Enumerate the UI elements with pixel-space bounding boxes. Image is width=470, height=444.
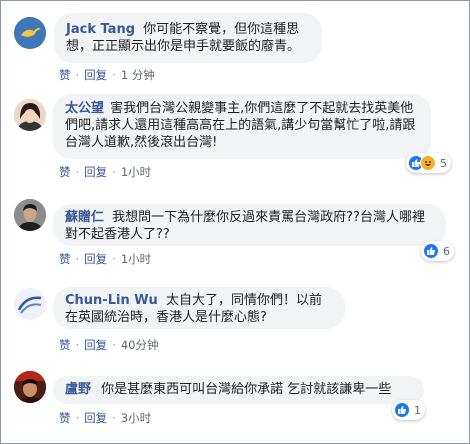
- separator: ·: [112, 411, 116, 425]
- reaction-count: 1: [414, 403, 421, 417]
- like-link[interactable]: 赞: [59, 165, 71, 179]
- comments-panel: Jack Tang 你可能不察覺，但你這種思想，正正顯示出你是申手就要飯的廢青。…: [0, 0, 470, 444]
- separator: ·: [75, 252, 80, 266]
- comment-bubble: Jack Tang 你可能不察覺，但你這種思想，正正顯示出你是申手就要飯的廢青。: [54, 13, 322, 63]
- reply-link[interactable]: 回复: [84, 165, 107, 179]
- separator: ·: [75, 68, 80, 82]
- like-reaction-icon: [423, 243, 439, 259]
- separator: ·: [112, 252, 116, 266]
- comment-actions: 赞 · 回复 · 3小时: [59, 410, 151, 426]
- timestamp[interactable]: 1小时: [121, 252, 151, 266]
- avatar[interactable]: [14, 99, 46, 131]
- comment-actions: 赞 · 回复 · 1 分钟: [59, 67, 155, 83]
- comment-author[interactable]: 蘇贈仁: [65, 210, 104, 225]
- reaction-count: 5: [440, 156, 447, 170]
- separator: ·: [75, 165, 80, 179]
- comment-text: 害我們台灣公親變事主,你們這麼了不起就去找英美他們吧,請求人還用這種高高在上的語…: [65, 101, 416, 150]
- separator: ·: [112, 338, 116, 352]
- separator: ·: [112, 68, 116, 82]
- comment-bubble: 蘇贈仁 我想問一下為什麼你反過來責罵台灣政府??台灣人哪裡對不起香港人了??: [53, 204, 446, 246]
- avatar[interactable]: [14, 371, 46, 403]
- reply-link[interactable]: 回复: [84, 68, 107, 82]
- timestamp[interactable]: 3小时: [121, 411, 151, 425]
- reaction-summary[interactable]: 1: [392, 400, 425, 420]
- like-link[interactable]: 赞: [59, 68, 71, 82]
- comment-author[interactable]: 太公望: [65, 101, 104, 116]
- haha-reaction-icon: [420, 155, 436, 171]
- like-link[interactable]: 赞: [59, 411, 71, 425]
- comment-bubble: 盧野 你是甚麼東西可叫台灣給你承諾 乞討就該謙卑一些: [53, 376, 424, 404]
- avatar-person-icon: [14, 199, 46, 231]
- avatar-logo-icon: [14, 288, 46, 320]
- avatar-person-icon: [14, 99, 46, 131]
- comment-text: 你是甚麼東西可叫台灣給你承諾 乞討就該謙卑一些: [101, 382, 392, 397]
- comment-author[interactable]: 盧野: [65, 382, 91, 397]
- avatar-bird-icon: [14, 17, 46, 49]
- comment-bubble: Chun-Lin Wu 太自大了，同情你們！以前在英國統治時，香港人是什麼心態?: [53, 287, 345, 329]
- comment-actions: 赞 · 回复 · 1小时: [59, 251, 151, 267]
- like-link[interactable]: 赞: [59, 338, 71, 352]
- avatar-person-icon: [14, 371, 46, 403]
- reaction-summary[interactable]: 6: [421, 241, 454, 261]
- timestamp[interactable]: 40分钟: [121, 338, 159, 352]
- reaction-summary[interactable]: 5: [406, 153, 451, 173]
- comment-author[interactable]: Chun-Lin Wu: [65, 293, 158, 308]
- separator: ·: [75, 411, 80, 425]
- avatar[interactable]: [14, 199, 46, 231]
- separator: ·: [75, 338, 80, 352]
- reply-link[interactable]: 回复: [84, 252, 107, 266]
- reply-link[interactable]: 回复: [84, 338, 107, 352]
- like-link[interactable]: 赞: [59, 252, 71, 266]
- avatar[interactable]: [14, 288, 46, 320]
- timestamp[interactable]: 1 分钟: [121, 68, 155, 82]
- comment-bubble: 太公望 害我們台灣公親變事主,你們這麼了不起就去找英美他們吧,請求人還用這種高高…: [53, 94, 431, 159]
- comment-author[interactable]: Jack Tang: [66, 22, 135, 37]
- separator: ·: [112, 165, 116, 179]
- timestamp[interactable]: 1小时: [121, 165, 151, 179]
- comment-actions: 赞 · 回复 · 40分钟: [59, 337, 158, 353]
- reaction-count: 6: [443, 244, 450, 258]
- comment-actions: 赞 · 回复 · 1小时: [59, 164, 151, 180]
- like-reaction-icon: [394, 402, 410, 418]
- avatar[interactable]: [14, 17, 46, 49]
- reply-link[interactable]: 回复: [84, 411, 107, 425]
- comment-text: 我想問一下為什麼你反過來責罵台灣政府??台灣人哪裡對不起香港人了??: [65, 210, 425, 242]
